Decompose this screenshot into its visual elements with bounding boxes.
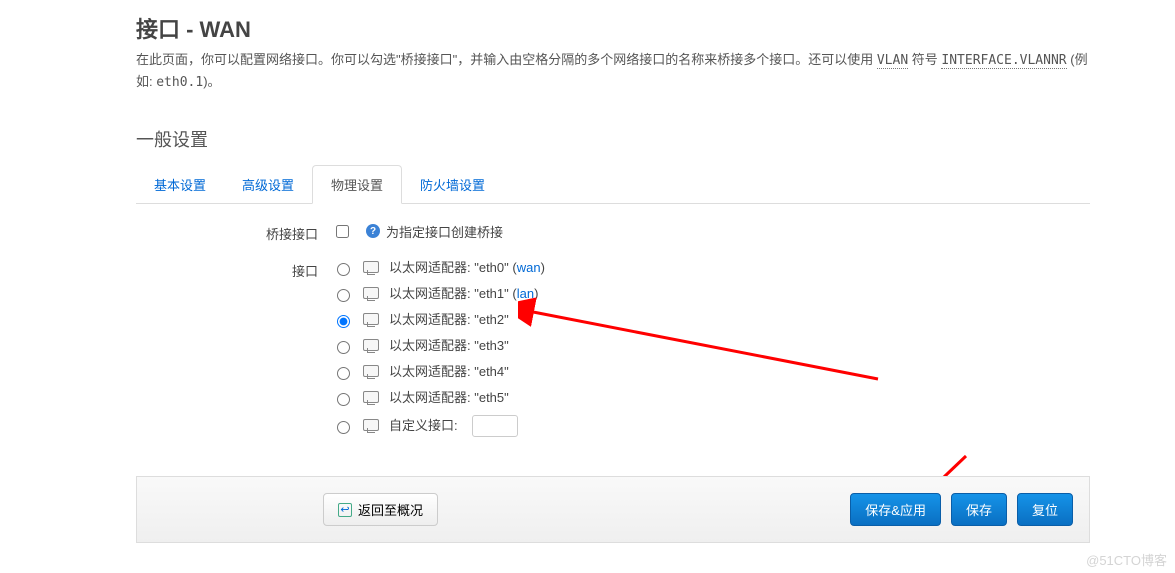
help-icon[interactable]: ? — [366, 224, 380, 238]
bridge-help-text: 为指定接口创建桥接 — [386, 222, 503, 241]
intf-abbr: INTERFACE.VLANNR — [941, 53, 1066, 69]
back-button[interactable]: ↩ 返回至概况 — [323, 493, 438, 526]
desc-text: 在此页面，你可以配置网络接口。你可以勾选"桥接接口"，并输入由空格分隔的多个网络… — [136, 52, 877, 67]
iface-text: 以太网适配器: "eth0" (wan) — [389, 259, 545, 277]
iface-option-eth4[interactable]: 以太网适配器: "eth4" — [332, 363, 545, 381]
adapter-icon — [363, 339, 379, 353]
adapter-icon — [363, 391, 379, 405]
adapter-icon — [363, 313, 379, 327]
adapter-icon — [363, 287, 379, 301]
bridge-label: 桥接接口 — [136, 222, 332, 243]
page-description: 在此页面，你可以配置网络接口。你可以勾选"桥接接口"，并输入由空格分隔的多个网络… — [136, 50, 1090, 94]
iface-option-eth5[interactable]: 以太网适配器: "eth5" — [332, 389, 545, 407]
iface-radio[interactable] — [337, 341, 350, 354]
tab-basic[interactable]: 基本设置 — [136, 166, 224, 203]
custom-label: 自定义接口: — [389, 417, 458, 435]
iface-option-eth3[interactable]: 以太网适配器: "eth3" — [332, 337, 545, 355]
section-title: 一般设置 — [136, 126, 1090, 152]
desc-text: 符号 — [908, 52, 941, 67]
desc-text: )。 — [203, 74, 220, 89]
eth-example: eth0.1 — [156, 75, 203, 90]
iface-option-custom[interactable]: 自定义接口: — [332, 415, 545, 437]
iface-radio[interactable] — [337, 263, 350, 276]
iface-radio[interactable] — [337, 289, 350, 302]
iface-text: 以太网适配器: "eth4" — [389, 363, 509, 381]
iface-option-eth1[interactable]: 以太网适配器: "eth1" (lan) — [332, 285, 545, 303]
iface-radio[interactable] — [337, 367, 350, 380]
adapter-icon — [363, 365, 379, 379]
iface-text: 以太网适配器: "eth1" (lan) — [389, 285, 538, 303]
bridge-checkbox[interactable] — [336, 225, 349, 238]
custom-interface-input[interactable] — [472, 415, 518, 437]
iface-option-eth2[interactable]: 以太网适配器: "eth2" — [332, 311, 545, 329]
tab-physical[interactable]: 物理设置 — [312, 165, 402, 204]
tab-advanced[interactable]: 高级设置 — [224, 166, 312, 203]
page-title: 接口 - WAN — [136, 12, 1090, 44]
iface-radio[interactable] — [337, 421, 350, 434]
tab-bar: 基本设置 高级设置 物理设置 防火墙设置 — [136, 168, 1090, 204]
iface-text: 以太网适配器: "eth2" — [389, 311, 509, 329]
iface-text: 以太网适配器: "eth5" — [389, 389, 509, 407]
interface-radio-group: 以太网适配器: "eth0" (wan) 以太网适配器: "eth1" (lan… — [332, 259, 545, 437]
iface-radio[interactable] — [337, 393, 350, 406]
iface-text: 以太网适配器: "eth3" — [389, 337, 509, 355]
watermark: @51CTO博客 — [1086, 550, 1167, 569]
reset-button[interactable]: 复位 — [1017, 493, 1073, 526]
iface-option-eth0[interactable]: 以太网适配器: "eth0" (wan) — [332, 259, 545, 277]
iface-radio[interactable] — [337, 315, 350, 328]
adapter-icon — [363, 419, 379, 433]
tab-firewall[interactable]: 防火墙设置 — [402, 166, 503, 203]
adapter-icon — [363, 261, 379, 275]
interface-label: 接口 — [136, 259, 332, 280]
back-button-label: 返回至概况 — [358, 500, 423, 519]
footer-bar: ↩ 返回至概况 保存&应用 保存 复位 — [136, 476, 1090, 543]
back-icon: ↩ — [338, 503, 352, 517]
vlan-abbr: VLAN — [877, 53, 908, 69]
save-apply-button[interactable]: 保存&应用 — [850, 493, 941, 526]
save-button[interactable]: 保存 — [951, 493, 1007, 526]
